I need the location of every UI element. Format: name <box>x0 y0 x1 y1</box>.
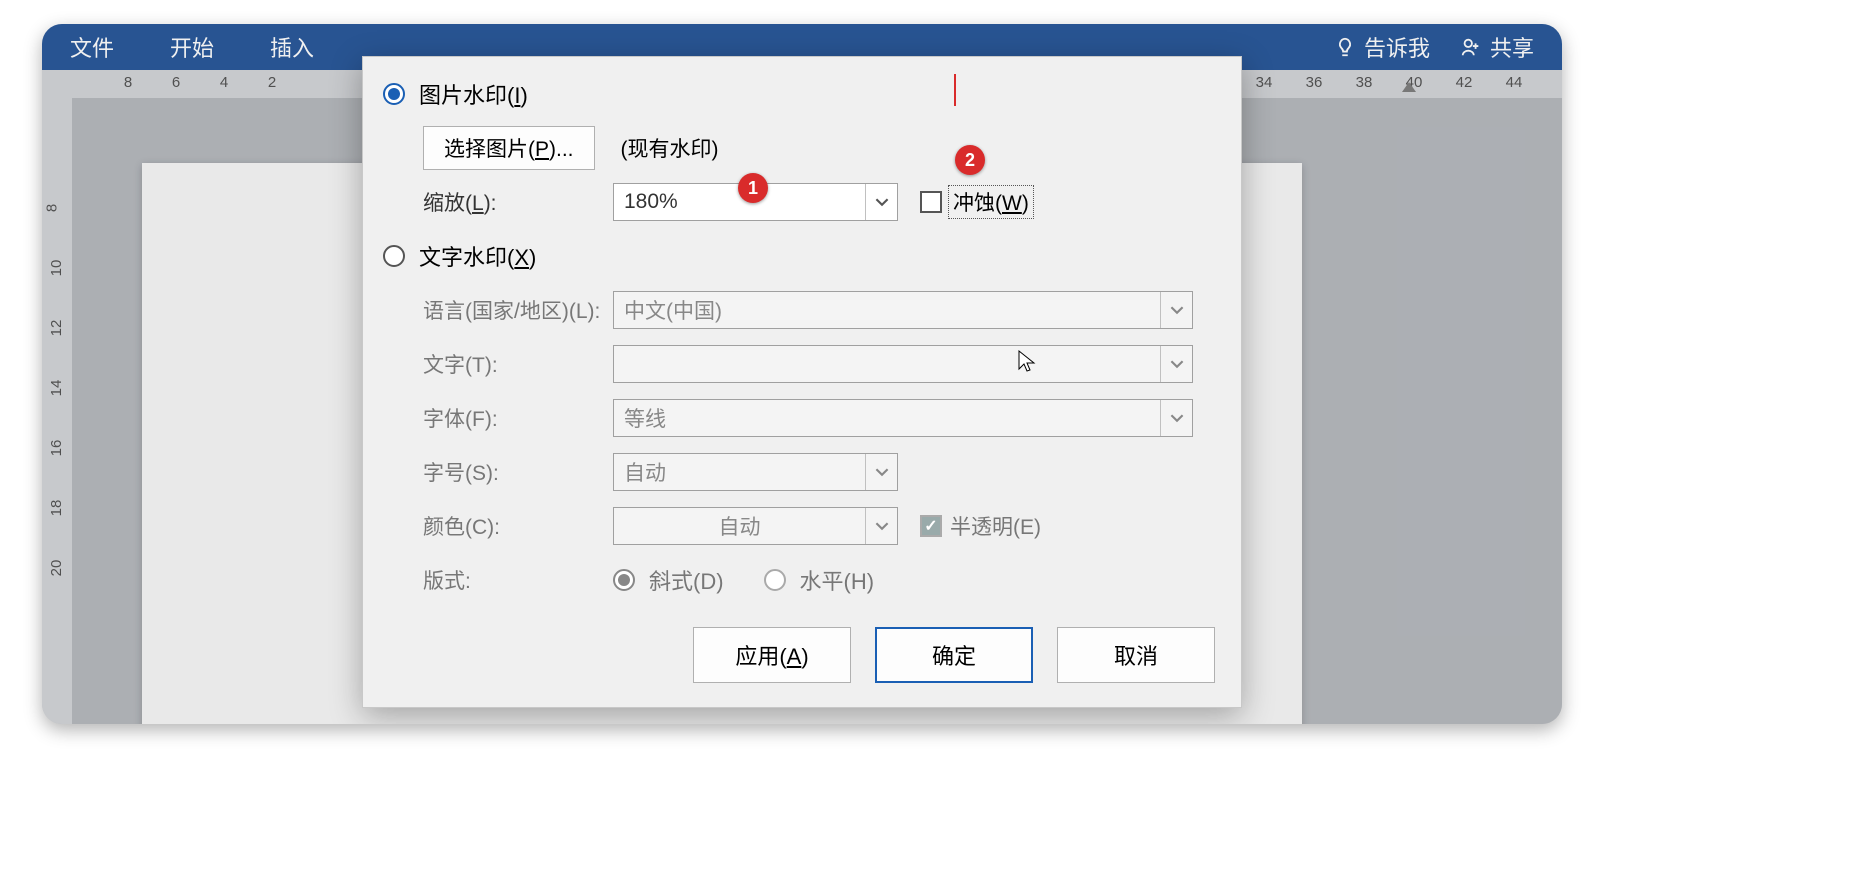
fontsize-combobox[interactable]: 自动 <box>613 453 898 491</box>
layout-diagonal-radio[interactable]: 斜式(D) <box>613 564 724 596</box>
text-combobox[interactable] <box>613 345 1193 383</box>
image-watermark-radio[interactable]: 图片水印(I) <box>383 78 528 110</box>
layout-horizontal-radio[interactable]: 水平(H) <box>764 564 875 596</box>
text-label: 文字(T): <box>383 349 613 379</box>
chevron-down-icon[interactable] <box>865 508 897 544</box>
select-picture-button[interactable]: 选择图片(P)... <box>423 126 595 170</box>
chevron-down-icon[interactable] <box>1160 346 1192 382</box>
radio-icon <box>764 569 786 591</box>
color-label: 颜色(C): <box>383 511 613 541</box>
cursor-icon <box>1017 349 1037 373</box>
text-caret <box>954 74 956 106</box>
chevron-down-icon[interactable] <box>865 454 897 490</box>
fontsize-label: 字号(S): <box>383 457 613 487</box>
chevron-down-icon[interactable] <box>1160 292 1192 328</box>
annotation-badge-2: 2 <box>955 145 985 175</box>
chevron-down-icon[interactable] <box>865 184 897 220</box>
font-combobox[interactable]: 等线 <box>613 399 1193 437</box>
layout-label: 版式: <box>383 565 613 595</box>
font-label: 字体(F): <box>383 403 613 433</box>
checkbox-icon <box>920 515 942 537</box>
language-combobox[interactable]: 中文(中国) <box>613 291 1193 329</box>
cancel-button[interactable]: 取消 <box>1057 627 1215 683</box>
checkbox-icon <box>920 191 942 213</box>
chevron-down-icon[interactable] <box>1160 400 1192 436</box>
watermark-dialog: 图片水印(I) 选择图片(P)... (现有水印) 缩放(L): 180% <box>362 56 1242 708</box>
ok-button[interactable]: 确定 <box>875 627 1033 683</box>
radio-icon <box>383 83 405 105</box>
existing-watermark-label: (现有水印) <box>621 133 719 163</box>
app-window: 文件 开始 插入 告诉我 共享 8 6 4 2 34 36 38 40 42 4… <box>42 24 1562 724</box>
washout-checkbox[interactable]: 冲蚀(W) <box>920 185 1034 219</box>
semitransparent-checkbox[interactable]: 半透明(E) <box>920 511 1041 541</box>
annotation-badge-1: 1 <box>738 173 768 203</box>
apply-button[interactable]: 应用(A) <box>693 627 851 683</box>
radio-icon <box>613 569 635 591</box>
language-label: 语言(国家/地区)(L): <box>383 295 613 325</box>
radio-icon <box>383 245 405 267</box>
scale-label: 缩放(L): <box>383 187 613 217</box>
text-watermark-radio[interactable]: 文字水印(X) <box>383 240 536 272</box>
color-combobox[interactable]: 自动 <box>613 507 898 545</box>
